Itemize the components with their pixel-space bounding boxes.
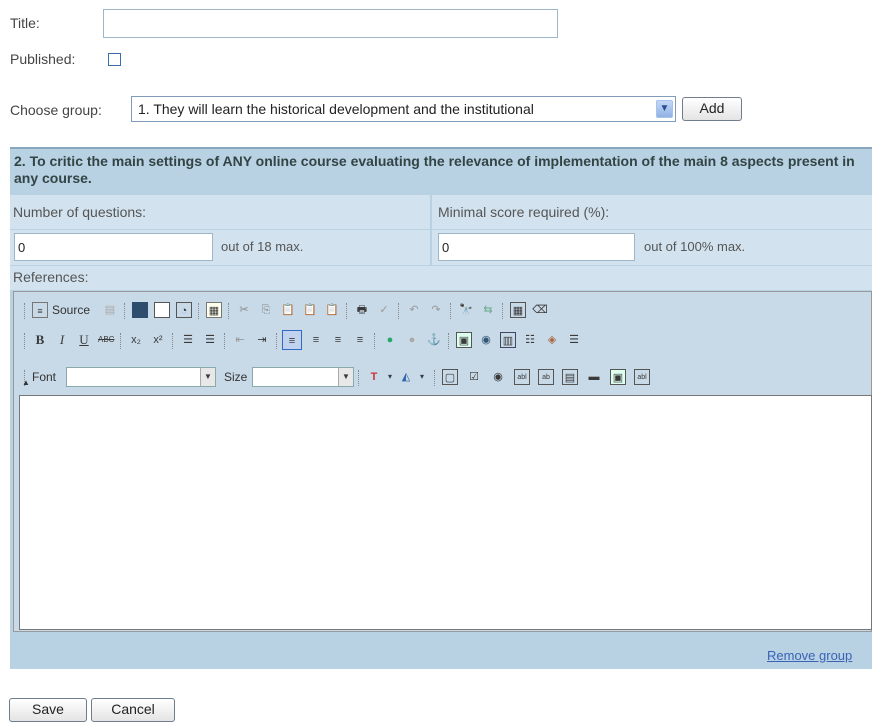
collapse-toolbar-icon[interactable]: ▲: [22, 378, 30, 387]
button-field-icon[interactable]: ▬: [586, 369, 602, 385]
paste-text-icon[interactable]: 📋: [302, 302, 318, 318]
references-cell: References:: [10, 266, 872, 290]
superscript-icon[interactable]: x²: [150, 332, 166, 348]
image-icon[interactable]: ▣: [456, 332, 472, 348]
image-button-icon[interactable]: ▣: [610, 369, 626, 385]
preview-icon[interactable]: ◔: [176, 302, 192, 318]
size-select[interactable]: ▼: [252, 367, 354, 387]
font-select[interactable]: ▼: [66, 367, 216, 387]
select-all-icon[interactable]: ▦: [510, 302, 526, 318]
copy-icon[interactable]: ⎘: [258, 302, 274, 318]
align-right-icon[interactable]: ≡: [330, 332, 346, 348]
choose-group-label: Choose group:: [10, 102, 102, 118]
new-page-icon[interactable]: [154, 302, 170, 318]
checkbox-icon[interactable]: ☑: [466, 369, 482, 385]
source-button[interactable]: Source: [52, 303, 90, 317]
bold-icon[interactable]: B: [32, 332, 48, 348]
min-score-label: Minimal score required (%):: [438, 204, 610, 220]
redo-icon[interactable]: ↷: [428, 302, 444, 318]
spellcheck-icon[interactable]: ✓: [376, 302, 392, 318]
align-center-icon[interactable]: ≡: [308, 332, 324, 348]
flash-icon[interactable]: ◉: [478, 332, 494, 348]
numbered-list-icon[interactable]: ☰: [180, 332, 196, 348]
find-icon[interactable]: 🔭: [458, 302, 474, 318]
title-label: Title:: [10, 15, 40, 31]
num-questions-input[interactable]: [14, 233, 213, 261]
align-left-icon[interactable]: ≡: [282, 330, 302, 350]
size-label: Size: [224, 370, 248, 384]
hidden-field-icon[interactable]: abl: [634, 369, 650, 385]
horizontal-rule-icon[interactable]: ☷: [522, 332, 538, 348]
document-icon[interactable]: ▦: [206, 302, 222, 318]
radio-icon[interactable]: ◉: [490, 369, 506, 385]
source-icon[interactable]: ≡: [32, 302, 48, 318]
cut-icon[interactable]: ✂: [236, 302, 252, 318]
editor-toolbar-row-3: Font ▼ Size ▼ T ▾ ◭ ▾ ▢ ☑ ◉ abl ab ▤ ▬ ▣…: [24, 367, 864, 389]
outdent-icon[interactable]: ⇤: [232, 332, 248, 348]
smiley-icon[interactable]: ◈: [544, 332, 560, 348]
group-footer: [10, 638, 872, 668]
editor-toolbar-row-1: ≡ Source ▤ ◔ ▦ ✂ ⎘ 📋 📋 📋 🖶 ✓ ↶ ↷ 🔭 ⇆ ▦ ⌫: [24, 300, 864, 322]
cancel-button[interactable]: Cancel: [91, 698, 175, 722]
unlink-icon[interactable]: ●: [404, 332, 420, 348]
paste-word-icon[interactable]: 📋: [324, 302, 340, 318]
subscript-icon[interactable]: x₂: [128, 332, 144, 348]
choose-group-select[interactable]: 1. They will learn the historical develo…: [131, 96, 676, 122]
choose-group-value: 1. They will learn the historical develo…: [138, 101, 534, 117]
min-score-max: out of 100% max.: [644, 239, 746, 254]
print-icon[interactable]: 🖶: [354, 302, 370, 318]
link-icon[interactable]: ●: [382, 332, 398, 348]
background-color-icon[interactable]: ◭: [398, 369, 414, 385]
references-label: References:: [13, 269, 89, 285]
add-button[interactable]: Add: [682, 97, 742, 121]
paste-icon[interactable]: 📋: [280, 302, 296, 318]
templates-icon[interactable]: ▤: [102, 302, 118, 318]
textfield-icon[interactable]: abl: [514, 369, 530, 385]
published-checkbox[interactable]: [108, 53, 121, 66]
editor-toolbar-row-2: B I U ABC x₂ x² ☰ ☰ ⇤ ⇥ ≡ ≡ ≡ ≡ ● ● ⚓ ▣ …: [24, 330, 864, 352]
num-questions-label: Number of questions:: [13, 204, 147, 220]
chevron-down-icon[interactable]: ▼: [200, 368, 215, 386]
save-icon[interactable]: [132, 302, 148, 318]
num-questions-max: out of 18 max.: [221, 239, 304, 254]
chevron-down-icon[interactable]: ▾: [414, 369, 430, 385]
editor-content-area[interactable]: [19, 395, 872, 630]
special-char-icon[interactable]: ☰: [566, 332, 582, 348]
num-questions-cell: Number of questions:: [10, 195, 430, 229]
text-color-icon[interactable]: T: [366, 369, 382, 385]
chevron-down-icon[interactable]: ▼: [338, 368, 353, 386]
min-score-cell: Minimal score required (%):: [432, 195, 872, 229]
justify-icon[interactable]: ≡: [352, 332, 368, 348]
save-button[interactable]: Save: [9, 698, 87, 722]
bulleted-list-icon[interactable]: ☰: [202, 332, 218, 348]
strikethrough-icon[interactable]: ABC: [98, 332, 114, 348]
undo-icon[interactable]: ↶: [406, 302, 422, 318]
italic-icon[interactable]: I: [54, 332, 70, 348]
font-label: Font: [32, 370, 57, 384]
table-icon[interactable]: ▥: [500, 332, 516, 348]
textarea-icon[interactable]: ab: [538, 369, 554, 385]
published-label: Published:: [10, 51, 76, 67]
min-score-input[interactable]: [438, 233, 635, 261]
indent-icon[interactable]: ⇥: [254, 332, 270, 348]
group-header: 2. To critic the main settings of ANY on…: [10, 147, 872, 193]
remove-group-link[interactable]: Remove group: [767, 648, 852, 663]
group-heading: 2. To critic the main settings of ANY on…: [14, 153, 855, 186]
form-icon[interactable]: ▢: [442, 369, 458, 385]
select-field-icon[interactable]: ▤: [562, 369, 578, 385]
anchor-icon[interactable]: ⚓: [426, 332, 442, 348]
eraser-icon[interactable]: ⌫: [532, 302, 548, 318]
title-input[interactable]: [103, 9, 558, 38]
chevron-down-icon[interactable]: ▾: [382, 369, 398, 385]
chevron-down-icon[interactable]: ▼: [656, 100, 673, 118]
underline-icon[interactable]: U: [76, 332, 92, 348]
replace-icon[interactable]: ⇆: [480, 302, 496, 318]
